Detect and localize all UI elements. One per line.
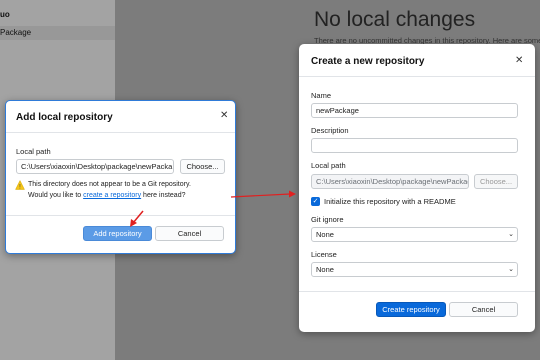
annotation-arrows [130, 190, 296, 227]
annotation-arrow-to-add-button [130, 210, 144, 227]
annotation-arrow-to-create-dialog [230, 190, 296, 198]
